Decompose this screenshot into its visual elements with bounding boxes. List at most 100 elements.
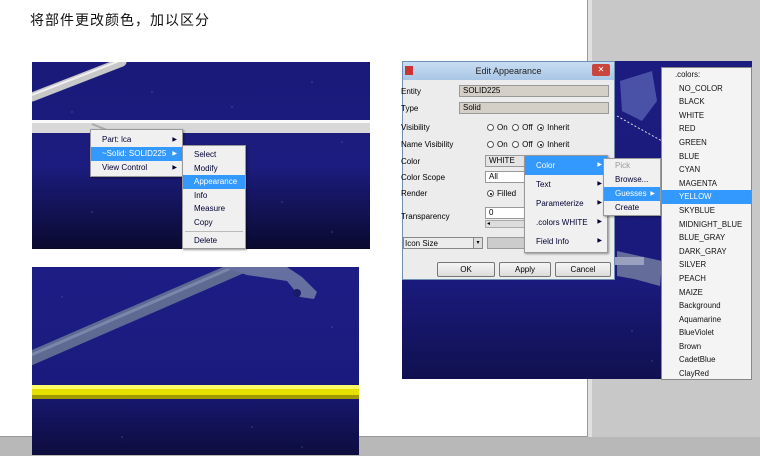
icon-size-select[interactable]: ▾ <box>403 237 483 249</box>
color-field[interactable]: WHITE <box>485 155 525 167</box>
context-menu-entity[interactable]: Part: lca ▶ ~Solid: SOLID225 ▶ View Control ▶ <box>90 129 183 177</box>
menu-item-label: Color <box>536 161 556 170</box>
viewport-2-scene <box>32 267 359 448</box>
slide-title: 将部件更改颜色，加以区分 <box>30 13 210 29</box>
transparency-slider[interactable]: ◂ <box>485 220 525 228</box>
name-visibility-radios[interactable]: On Off Inherit <box>487 140 569 149</box>
color-option-red[interactable]: RED <box>662 122 751 136</box>
pick-menu-item-browse[interactable]: Browse... <box>604 173 660 187</box>
color-option-blueviolet[interactable]: BlueViolet <box>662 326 751 340</box>
color-option-midnight-blue[interactable]: MIDNIGHT_BLUE <box>662 218 751 232</box>
icon-size-value <box>487 237 527 249</box>
visibility-off-radio[interactable] <box>512 124 520 131</box>
menu-item-part-lca[interactable]: Part: lca ▶ <box>91 133 182 147</box>
name-vis-inherit-radio[interactable] <box>537 141 545 148</box>
render-radio-group[interactable]: Filled <box>487 189 516 198</box>
entity-label: Entity <box>401 87 422 96</box>
menu-item-copy[interactable]: Copy <box>183 216 245 230</box>
color-option-no-color[interactable]: NO_COLOR <box>662 82 751 96</box>
slider-left-arrow[interactable]: ◂ <box>487 220 490 227</box>
entity-field[interactable]: SOLID225 <box>459 85 609 97</box>
menu-item-delete[interactable]: Delete <box>183 234 245 248</box>
radio-off-label: Off <box>522 140 533 149</box>
menu-item-label: Part: lca <box>102 135 132 144</box>
pick-menu-item-create[interactable]: Create <box>604 201 660 215</box>
color-menu-item-color[interactable]: Color ▶ <box>525 156 607 175</box>
color-menu-item-field-info[interactable]: Field Info ▶ <box>525 232 607 251</box>
color-option-white[interactable]: WHITE <box>662 109 751 123</box>
color-option-cadetblue[interactable]: CadetBlue <box>662 353 751 367</box>
color-option-blue[interactable]: BLUE <box>662 150 751 164</box>
visibility-on-radio[interactable] <box>487 124 494 131</box>
type-field[interactable]: Solid <box>459 102 609 114</box>
render-filled-radio[interactable] <box>487 190 494 197</box>
name-vis-on-radio[interactable] <box>487 141 494 148</box>
visibility-inherit-radio[interactable] <box>537 124 545 131</box>
menu-item-select[interactable]: Select <box>183 148 245 162</box>
color-label: Color <box>401 157 421 166</box>
chevron-right-icon: ▶ <box>172 165 177 171</box>
render-filled-label: Filled <box>497 189 517 198</box>
color-option-yellow[interactable]: YELLOW <box>662 190 751 204</box>
viewport-2[interactable] <box>32 267 359 455</box>
visibility-label: Visibility <box>401 123 430 132</box>
color-option-aquamarine[interactable]: Aquamarine <box>662 313 751 327</box>
color-option-peach[interactable]: PEACH <box>662 272 751 286</box>
app-icon <box>405 66 413 75</box>
bracket-part-3 <box>617 251 662 286</box>
color-option-black[interactable]: BLACK <box>662 95 751 109</box>
chevron-right-icon: ▶ <box>597 200 602 206</box>
color-menu-item-colors-white[interactable]: .colors WHITE ▶ <box>525 213 607 232</box>
cancel-button[interactable]: Cancel <box>555 262 611 277</box>
color-option-clayred[interactable]: ClayRed <box>662 367 751 379</box>
radio-off-label: Off <box>522 123 533 132</box>
chevron-right-icon: ▶ <box>597 181 602 187</box>
color-field-menu[interactable]: Color ▶ Text ▶ Parameterize ▶ .colors WHITE ▶ Fi… <box>524 155 608 253</box>
color-option-magenta[interactable]: MAGENTA <box>662 177 751 191</box>
context-menu-actions[interactable]: Select Modify Appearance Info Measure Copy Del… <box>182 145 246 249</box>
menu-item-appearance[interactable]: Appearance <box>183 175 245 189</box>
chevron-down-icon[interactable]: ▾ <box>473 238 482 248</box>
menu-item-solid-solid225[interactable]: ~Solid: SOLID225 ▶ <box>91 147 182 161</box>
color-option-blue-gray[interactable]: BLUE_GRAY <box>662 231 751 245</box>
color-option-brown[interactable]: Brown <box>662 340 751 354</box>
menu-item-label: .colors WHITE <box>536 218 588 227</box>
menu-separator <box>185 231 243 232</box>
menu-item-info[interactable]: Info <box>183 189 245 203</box>
chevron-right-icon: ▶ <box>172 151 177 157</box>
color-scope-select[interactable]: All <box>485 171 525 183</box>
color-menu-item-parameterize[interactable]: Parameterize ▶ <box>525 194 607 213</box>
color-option-green[interactable]: GREEN <box>662 136 751 150</box>
menu-item-label: Measure <box>194 204 226 213</box>
menu-item-label: View Control <box>102 163 148 172</box>
colors-list-menu[interactable]: .colors: NO_COLOR BLACK WHITE RED GREEN BLUE C… <box>661 67 752 380</box>
menu-item-label: Field Info <box>536 237 569 246</box>
color-option-cyan[interactable]: CYAN <box>662 163 751 177</box>
menu-item-label: Delete <box>194 236 218 245</box>
name-vis-off-radio[interactable] <box>512 141 520 148</box>
chevron-right-icon: ▶ <box>172 137 177 143</box>
close-button[interactable]: ✕ <box>592 64 610 76</box>
color-option-silver[interactable]: SILVER <box>662 258 751 272</box>
color-option-skyblue[interactable]: SKYBLUE <box>662 204 751 218</box>
color-option-maize[interactable]: MAIZE <box>662 286 751 300</box>
menu-item-label: ~Solid: SOLID225 <box>102 149 167 158</box>
menu-item-modify[interactable]: Modify <box>183 162 245 176</box>
rod-gray <box>32 267 257 366</box>
menu-item-view-control[interactable]: View Control ▶ <box>91 161 182 175</box>
radio-inherit-label: Inherit <box>547 123 570 132</box>
type-label: Type <box>401 104 419 113</box>
menu-item-label: Modify <box>194 163 218 173</box>
pick-menu-item-guesses[interactable]: Guesses ▶ <box>604 187 660 201</box>
visibility-radios[interactable]: On Off Inherit <box>487 123 569 132</box>
menu-item-measure[interactable]: Measure <box>183 202 245 216</box>
dialog-title-bar[interactable]: Edit Appearance ✕ <box>403 62 614 80</box>
apply-button[interactable]: Apply <box>499 262 551 277</box>
color-option-background[interactable]: Background <box>662 299 751 313</box>
color-menu-item-text[interactable]: Text ▶ <box>525 175 607 194</box>
transparency-field[interactable]: 0 <box>485 207 525 219</box>
ok-button[interactable]: OK <box>437 262 495 277</box>
transparency-label: Transparency <box>401 212 450 221</box>
color-option-dark-gray[interactable]: DARK_GRAY <box>662 245 751 259</box>
color-pick-menu[interactable]: Pick Browse... Guesses ▶ Create <box>603 158 661 216</box>
